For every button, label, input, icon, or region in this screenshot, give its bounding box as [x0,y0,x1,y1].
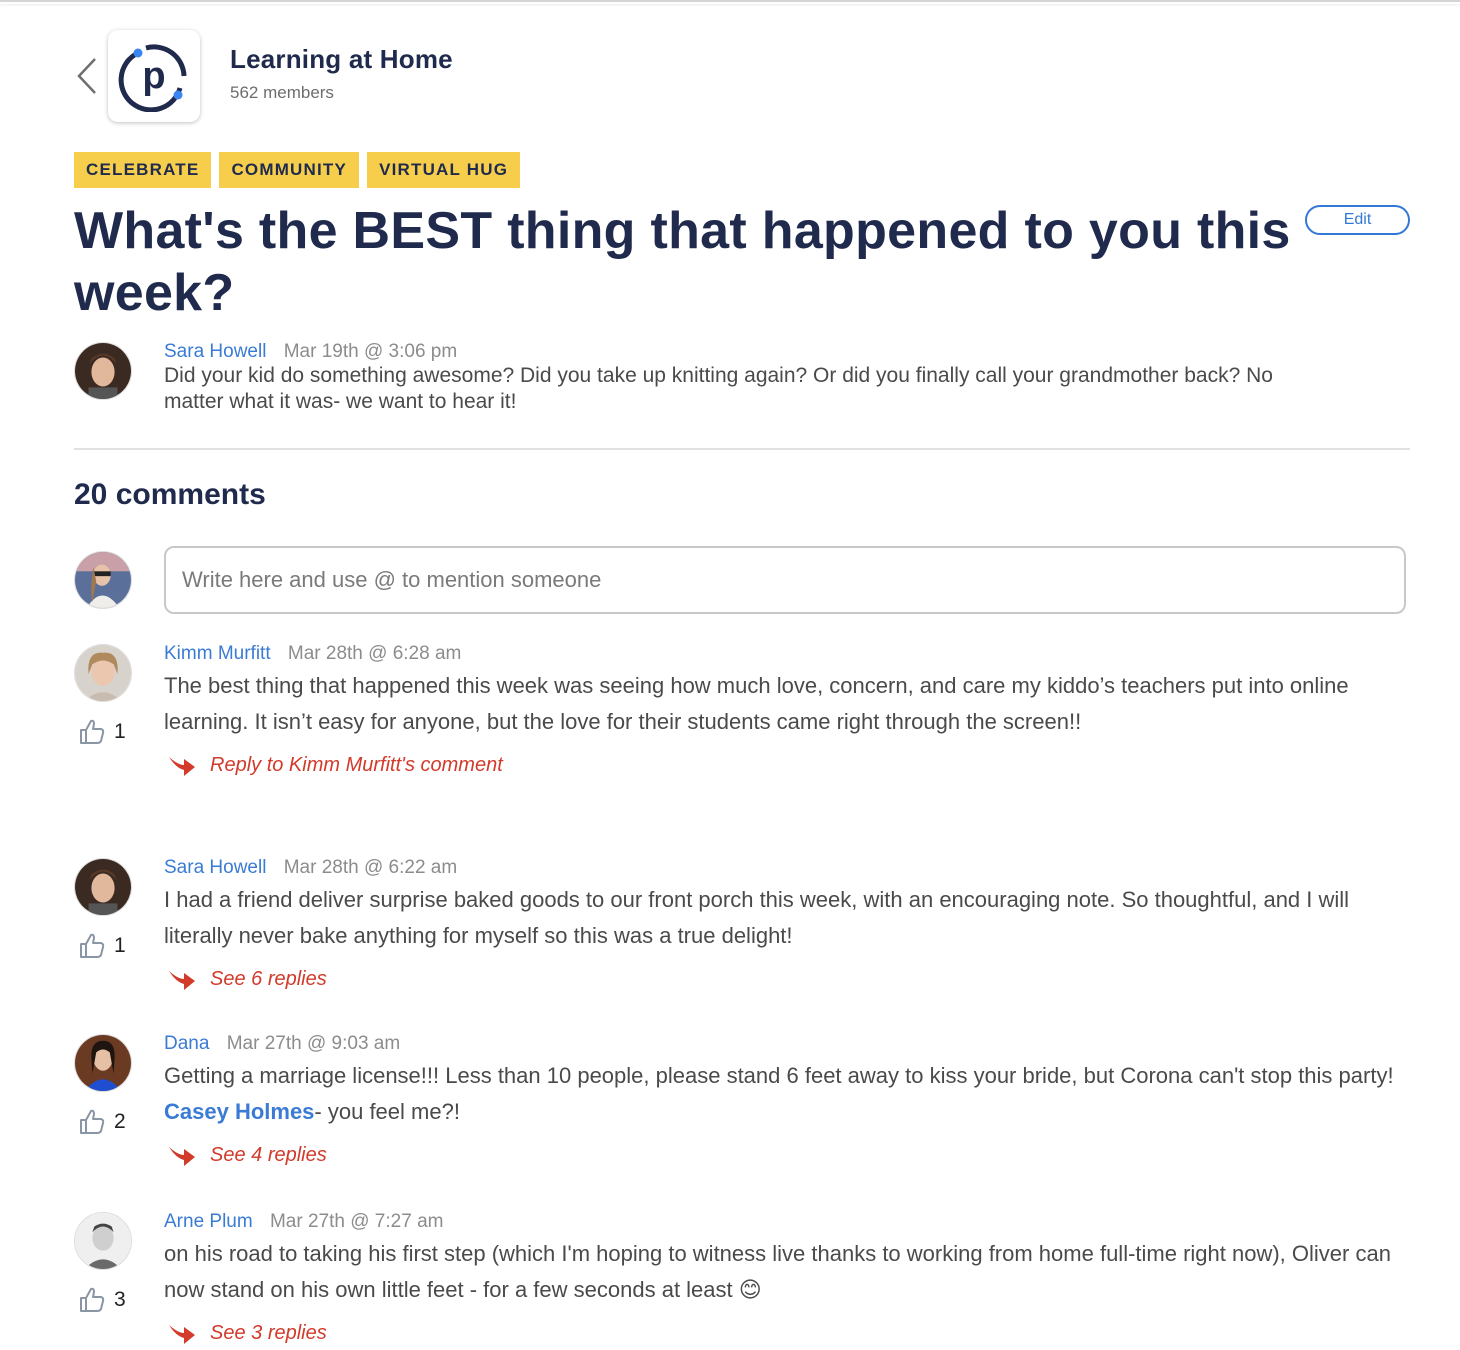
back-button[interactable] [74,56,100,96]
group-title: Learning at Home [230,43,453,74]
comment-author[interactable]: Kimm Murfitt [164,643,271,664]
comments-count: 20 comments [74,478,266,511]
tag-virtual-hug[interactable]: VIRTUAL HUG [367,152,521,188]
avatar[interactable] [74,1212,132,1270]
comment-timestamp: Mar 28th @ 6:28 am [287,643,462,664]
p-logo-icon: p [118,44,187,112]
like-button[interactable]: 1 [78,932,126,960]
comment-timestamp: Mar 28th @ 6:22 am [283,857,458,878]
comment-item: 2 Dana Mar 27th @ 9:03 am Getting a marr… [74,1033,1404,1167]
author-name[interactable]: Sara Howell [164,341,266,362]
reply-link[interactable]: Reply to Kimm Murfitt's comment [168,754,1404,777]
comment-text: The best thing that happened this week w… [164,673,1349,734]
user-mention[interactable]: Casey Holmes [164,1099,314,1124]
comment-text-before: Getting a marriage license!!! Less than … [164,1063,1394,1088]
comment-timestamp: Mar 27th @ 7:27 am [269,1211,444,1232]
reply-arrow-icon [169,1324,195,1344]
like-count: 3 [114,1288,126,1311]
comment-author[interactable]: Dana [164,1033,209,1054]
replies-label: See 6 replies [210,968,327,990]
tag-community[interactable]: COMMUNITY [219,152,360,188]
like-count: 1 [114,720,126,743]
comment-text-after: - you feel me?! [314,1099,460,1124]
reply-arrow-icon [169,970,195,990]
thumbs-up-icon [80,1109,105,1134]
thumbs-up-icon [80,933,105,958]
like-button[interactable]: 3 [78,1286,126,1314]
post-timestamp: Mar 19th @ 3:06 pm [283,341,458,362]
avatar[interactable] [74,1034,132,1092]
thumbs-up-icon [80,1287,105,1312]
tag-list: CELEBRATE COMMUNITY VIRTUAL HUG [74,152,521,188]
group-header: p Learning at Home 562 members [74,30,453,122]
comment-timestamp: Mar 27th @ 9:03 am [226,1033,401,1054]
avatar[interactable] [74,342,132,400]
see-replies-link[interactable]: See 4 replies [168,1144,1404,1167]
comment-item: 1 Kimm Murfitt Mar 28th @ 6:28 am The be… [74,643,1404,777]
avatar[interactable] [74,644,132,702]
avatar[interactable] [74,858,132,916]
chevron-left-icon [77,58,96,94]
like-button[interactable]: 2 [78,1108,126,1136]
like-count: 1 [114,934,126,957]
comment-text: Getting a marriage license!!! Less than … [164,1058,1404,1130]
post-title: What's the BEST thing that happened to y… [74,202,1291,322]
tag-celebrate[interactable]: CELEBRATE [74,152,212,188]
group-logo[interactable]: p [108,30,200,122]
comment-item: 1 Sara Howell Mar 28th @ 6:22 am I had a… [74,857,1404,991]
reply-arrow-icon [169,756,195,776]
top-border [0,0,1460,4]
see-replies-link[interactable]: See 6 replies [168,968,1404,991]
see-replies-link[interactable]: See 3 replies [168,1322,1404,1345]
comment-author[interactable]: Sara Howell [164,857,266,878]
comment-text: I had a friend deliver surprise baked go… [164,887,1350,948]
post-header: Sara Howell Mar 19th @ 3:06 pm Did your … [74,341,1314,415]
reply-label: Reply to Kimm Murfitt's comment [210,754,503,776]
replies-label: See 3 replies [210,1322,327,1344]
comment-composer [74,546,1406,614]
post-body: Did your kid do something awesome? Did y… [164,364,1273,413]
reply-arrow-icon [169,1146,195,1166]
current-user-avatar [74,551,132,609]
comment-text-body: on his road to taking his first step (wh… [164,1241,1391,1302]
smiley-emoji-icon: 😊 [738,1277,762,1302]
comment-text: on his road to taking his first step (wh… [164,1236,1404,1308]
divider [74,448,1410,450]
replies-label: See 4 replies [210,1144,327,1166]
member-count: 562 members [230,82,334,102]
svg-text:p: p [142,55,165,97]
comment-author[interactable]: Arne Plum [164,1211,253,1232]
like-count: 2 [114,1110,126,1133]
thumbs-up-icon [80,719,105,744]
comment-input[interactable] [164,546,1406,614]
comment-item: 3 Arne Plum Mar 27th @ 7:27 am on his ro… [74,1211,1404,1345]
like-button[interactable]: 1 [78,718,126,746]
edit-button[interactable]: Edit [1305,205,1410,235]
